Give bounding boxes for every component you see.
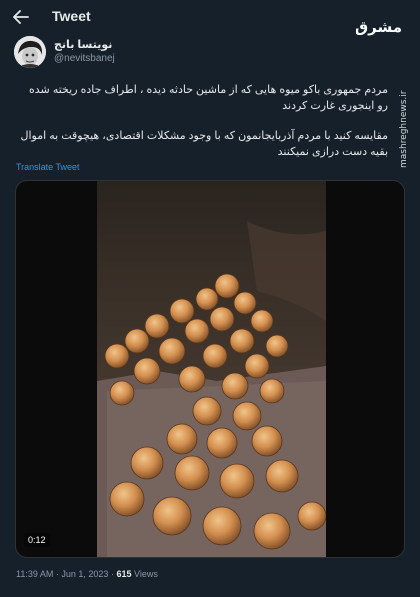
page-title: Tweet (52, 8, 91, 24)
video-thumbnail (97, 181, 326, 557)
views-label: Views (134, 569, 158, 579)
avatar[interactable] (14, 36, 46, 68)
profile-photo (14, 36, 46, 68)
views-count: 615 (116, 569, 132, 579)
tweet-text-paragraph-1: مردم جمهوری باکو میوه هایی که از ماشین ح… (29, 84, 388, 112)
tweet-time[interactable]: 11:39 AM (16, 569, 53, 579)
svg-text:مشرق: مشرق (356, 18, 402, 36)
tweet-text-paragraph-2: مقایسه کنید با مردم آذربایجانمون که با و… (20, 130, 389, 158)
arrow-left-icon (13, 10, 29, 24)
video-duration-badge: 0:12 (24, 533, 50, 547)
video-player[interactable]: 0:12 (15, 180, 405, 558)
translate-tweet-link[interactable]: Translate Tweet (16, 162, 80, 172)
source-watermark: mashreghnews.ir (399, 90, 409, 168)
author-handle[interactable]: @nevitsbanej (54, 53, 115, 64)
author-name[interactable]: نویتسا بانج (54, 38, 112, 51)
tweet-date[interactable]: Jun 1, 2023 (61, 569, 108, 579)
tweet-meta: 11:39 AM · Jun 1, 2023 · 615 Views (16, 569, 158, 579)
svg-text:mashreghnews.ir: mashreghnews.ir (399, 90, 409, 168)
meta-separator: · (55, 569, 59, 579)
mashregh-logo: مشرق (356, 18, 402, 36)
meta-separator: · (110, 569, 114, 579)
back-button[interactable] (10, 6, 32, 28)
